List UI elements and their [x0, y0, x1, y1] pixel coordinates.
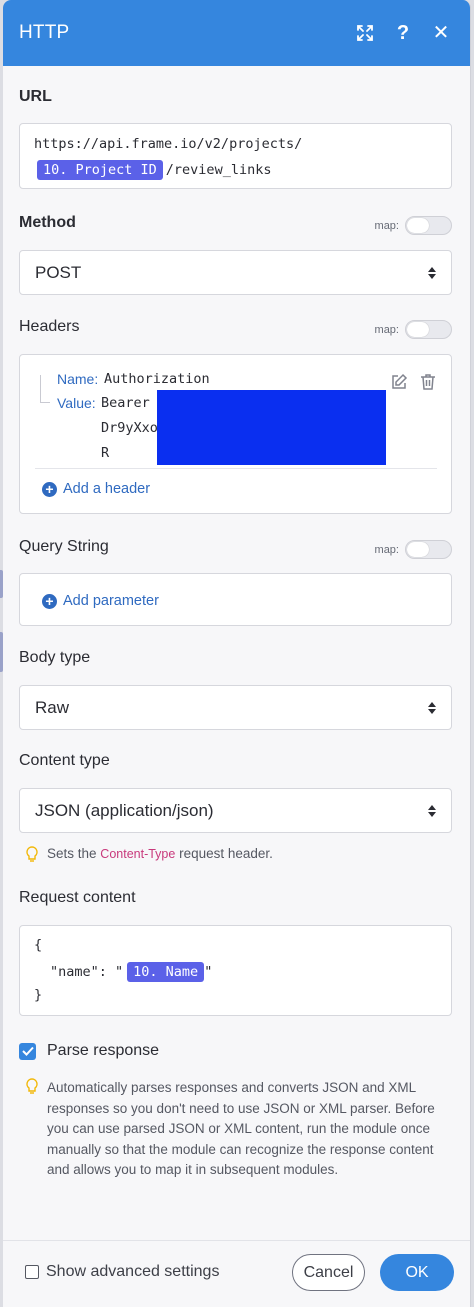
add-header-label: Add a header: [63, 481, 151, 497]
parse-response-checkbox[interactable]: [19, 1042, 36, 1060]
lightbulb-icon: [26, 1078, 38, 1094]
content-type-hint-text: Sets the Content-Type request header.: [47, 846, 273, 861]
body-type-value: Raw: [35, 698, 70, 717]
header-value-line2[interactable]: Dr9yXxo: [101, 420, 158, 436]
method-select[interactable]: POST: [19, 250, 452, 295]
url-second-line: 10. Project ID /review_links: [37, 160, 271, 180]
content-type-value: JSON (application/json): [35, 801, 214, 820]
content-type-label: Content type: [19, 752, 110, 769]
advanced-settings-label: Show advanced settings: [46, 1263, 220, 1280]
json-name-close-quote: ": [204, 964, 213, 980]
request-content-editor[interactable]: { "name": " 10. Name " }: [19, 925, 452, 1016]
edit-icon[interactable]: [390, 373, 408, 396]
redaction-block: [157, 390, 386, 465]
tree-connector: [40, 375, 50, 403]
header-name-label: Name:: [57, 371, 99, 387]
titlebar-actions: ? ✕: [356, 0, 450, 66]
method-map-toggle[interactable]: [405, 216, 452, 235]
cancel-button[interactable]: Cancel: [292, 1254, 365, 1291]
name-pill[interactable]: 10. Name: [127, 962, 205, 982]
query-map-toggle[interactable]: [405, 540, 452, 559]
body-type-label: Body type: [19, 649, 91, 666]
toggle-knob: [407, 322, 429, 337]
parse-response-row[interactable]: Parse response: [19, 1042, 159, 1060]
headers-box: Name: Authorization Value: Bearer Dr9yXx…: [19, 354, 452, 514]
method-map-control: map:: [375, 216, 452, 235]
url-label: URL: [19, 88, 52, 105]
toggle-knob: [407, 542, 429, 557]
trash-icon[interactable]: [420, 373, 436, 396]
project-id-pill[interactable]: 10. Project ID: [37, 160, 163, 180]
header-divider: [35, 468, 437, 469]
method-label: Method: [19, 214, 76, 231]
header-name-value[interactable]: Authorization: [104, 371, 210, 387]
select-arrows-icon: [428, 805, 436, 817]
add-parameter-button[interactable]: + Add parameter: [42, 593, 159, 609]
body-type-select[interactable]: Raw: [19, 685, 452, 730]
content-type-code: Content-Type: [100, 847, 176, 861]
parse-response-label: Parse response: [47, 1042, 160, 1059]
json-name-key: "name": ": [50, 964, 124, 980]
url-suffix-text: /review_links: [165, 162, 272, 178]
ok-button[interactable]: OK: [380, 1254, 454, 1291]
expand-icon[interactable]: [356, 24, 374, 42]
plus-circle-icon: +: [42, 481, 57, 497]
dialog-titlebar: HTTP ? ✕: [3, 0, 470, 66]
parse-response-hint-text: Automatically parses responses and conve…: [47, 1080, 435, 1177]
headers-map-control: map:: [375, 320, 452, 339]
headers-label: Headers: [19, 318, 80, 335]
content-type-hint: Sets the Content-Type request header.: [25, 846, 273, 864]
query-string-box: + Add parameter: [19, 573, 452, 626]
json-open-brace: {: [34, 937, 43, 953]
add-header-button[interactable]: + Add a header: [42, 481, 150, 497]
lightbulb-icon: [26, 846, 38, 862]
content-type-select[interactable]: JSON (application/json): [19, 788, 452, 833]
method-value: POST: [35, 263, 82, 282]
header-value-line3[interactable]: R: [101, 445, 109, 461]
help-icon[interactable]: ?: [394, 23, 412, 43]
parse-response-hint: Automatically parses responses and conve…: [25, 1078, 445, 1181]
header-value-label: Value:: [57, 395, 96, 411]
map-label: map:: [374, 543, 399, 556]
show-advanced-settings[interactable]: Show advanced settings: [25, 1263, 219, 1281]
request-content-label: Request content: [19, 889, 136, 906]
toggle-knob: [407, 218, 429, 233]
header-value-line1[interactable]: Bearer: [101, 395, 150, 411]
checkmark-icon: [21, 1046, 34, 1056]
select-arrows-icon: [428, 267, 436, 279]
select-arrows-icon: [428, 702, 436, 714]
headers-map-toggle[interactable]: [405, 320, 452, 339]
map-label: map:: [374, 323, 399, 336]
plus-circle-icon: +: [42, 593, 57, 609]
url-field[interactable]: https://api.frame.io/v2/projects/ 10. Pr…: [19, 123, 452, 189]
http-module-dialog: HTTP ? ✕ URL https://api.frame.io/v2/pro…: [3, 0, 471, 1307]
url-prefix-text: https://api.frame.io/v2/projects/: [34, 136, 303, 152]
json-name-line: "name": " 10. Name ": [50, 962, 212, 982]
close-icon[interactable]: ✕: [432, 23, 450, 43]
advanced-settings-checkbox[interactable]: [25, 1265, 39, 1279]
map-label: map:: [374, 219, 399, 232]
dialog-footer: Show advanced settings Cancel OK: [3, 1240, 470, 1307]
query-string-label: Query String: [19, 538, 109, 555]
query-map-control: map:: [375, 540, 452, 559]
json-close-brace: }: [34, 987, 43, 1003]
add-parameter-label: Add parameter: [63, 593, 159, 609]
dialog-title: HTTP: [19, 22, 70, 43]
